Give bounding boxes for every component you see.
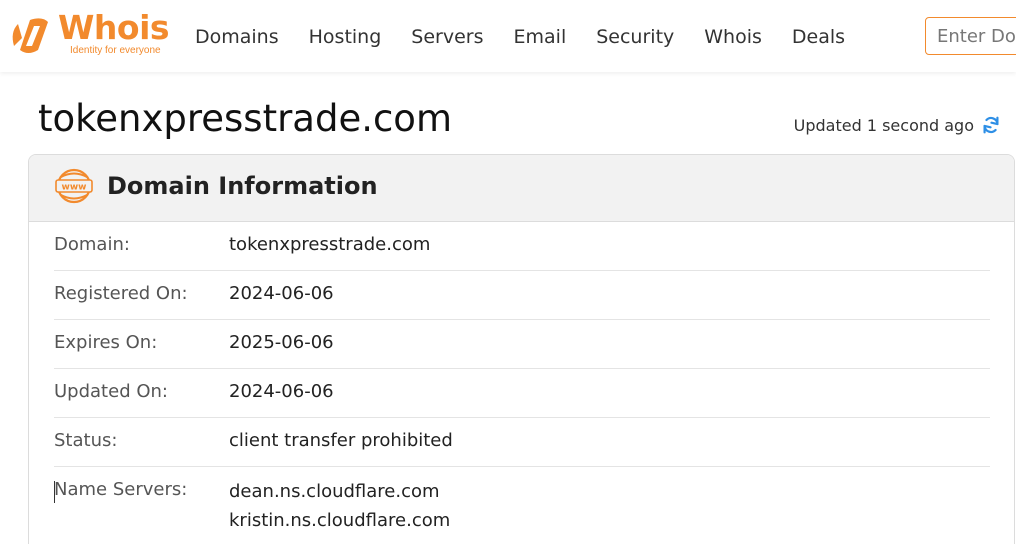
status-label: Status:: [54, 430, 118, 451]
page-title: tokenxpresstrade.com: [38, 97, 452, 140]
nav-item-hosting[interactable]: Hosting: [309, 22, 382, 52]
whois-logo[interactable]: Whois Identity for everyone: [8, 8, 170, 60]
registered-on-value: 2024-06-06: [229, 283, 334, 304]
updated-on-row: Updated On: 2024-06-06: [54, 369, 990, 418]
status-value: client transfer prohibited: [229, 430, 453, 451]
logo-wordmark: Whois: [58, 8, 170, 47]
domain-row: Domain: tokenxpresstrade.com: [54, 222, 990, 271]
updated-text: Updated 1 second ago: [793, 115, 974, 135]
domain-details-list: Domain: tokenxpresstrade.com Registered …: [54, 222, 990, 544]
expires-on-value: 2025-06-06: [229, 332, 334, 353]
updated-on-value: 2024-06-06: [229, 381, 334, 402]
logo-tagline: Identity for everyone: [70, 45, 161, 56]
main-nav: Domains Hosting Servers Email Security W…: [180, 22, 860, 52]
www-icon: www: [55, 168, 93, 204]
expires-on-row: Expires On: 2025-06-06: [54, 320, 990, 369]
card-header: www Domain Information: [29, 155, 1014, 222]
nav-item-domains[interactable]: Domains: [195, 22, 279, 52]
nav-item-deals[interactable]: Deals: [792, 22, 845, 52]
expires-on-label: Expires On:: [54, 332, 158, 353]
whois-logo-mark-icon: [12, 18, 48, 53]
name-server-1: dean.ns.cloudflare.com: [229, 481, 440, 502]
updated-status: Updated 1 second ago: [794, 114, 1002, 136]
refresh-icon[interactable]: [980, 114, 1002, 136]
name-server-2: kristin.ns.cloudflare.com: [229, 510, 451, 531]
domain-value: tokenxpresstrade.com: [229, 234, 431, 255]
updated-on-label: Updated On:: [54, 381, 168, 402]
nav-item-security[interactable]: Security: [596, 22, 674, 52]
nav-item-whois[interactable]: Whois: [704, 22, 762, 52]
domain-information-card: www Domain Information Domain: tokenxpre…: [28, 154, 1015, 544]
name-servers-row: Name Servers: dean.ns.cloudflare.com kri…: [54, 467, 990, 544]
status-row: Status: client transfer prohibited: [54, 418, 990, 467]
name-servers-label: Name Servers:: [54, 479, 188, 500]
nav-item-servers[interactable]: Servers: [411, 22, 483, 52]
registered-on-row: Registered On: 2024-06-06: [54, 271, 990, 320]
top-navigation-bar: Whois Identity for everyone Domains Host…: [0, 0, 1016, 72]
domain-search-input[interactable]: [925, 17, 1016, 55]
domain-label: Domain:: [54, 234, 130, 255]
name-servers-value: dean.ns.cloudflare.com kristin.ns.cloudf…: [229, 477, 450, 535]
registered-on-label: Registered On:: [54, 283, 188, 304]
card-title: Domain Information: [107, 172, 378, 200]
nav-item-email[interactable]: Email: [514, 22, 567, 52]
svg-text:www: www: [62, 183, 87, 193]
